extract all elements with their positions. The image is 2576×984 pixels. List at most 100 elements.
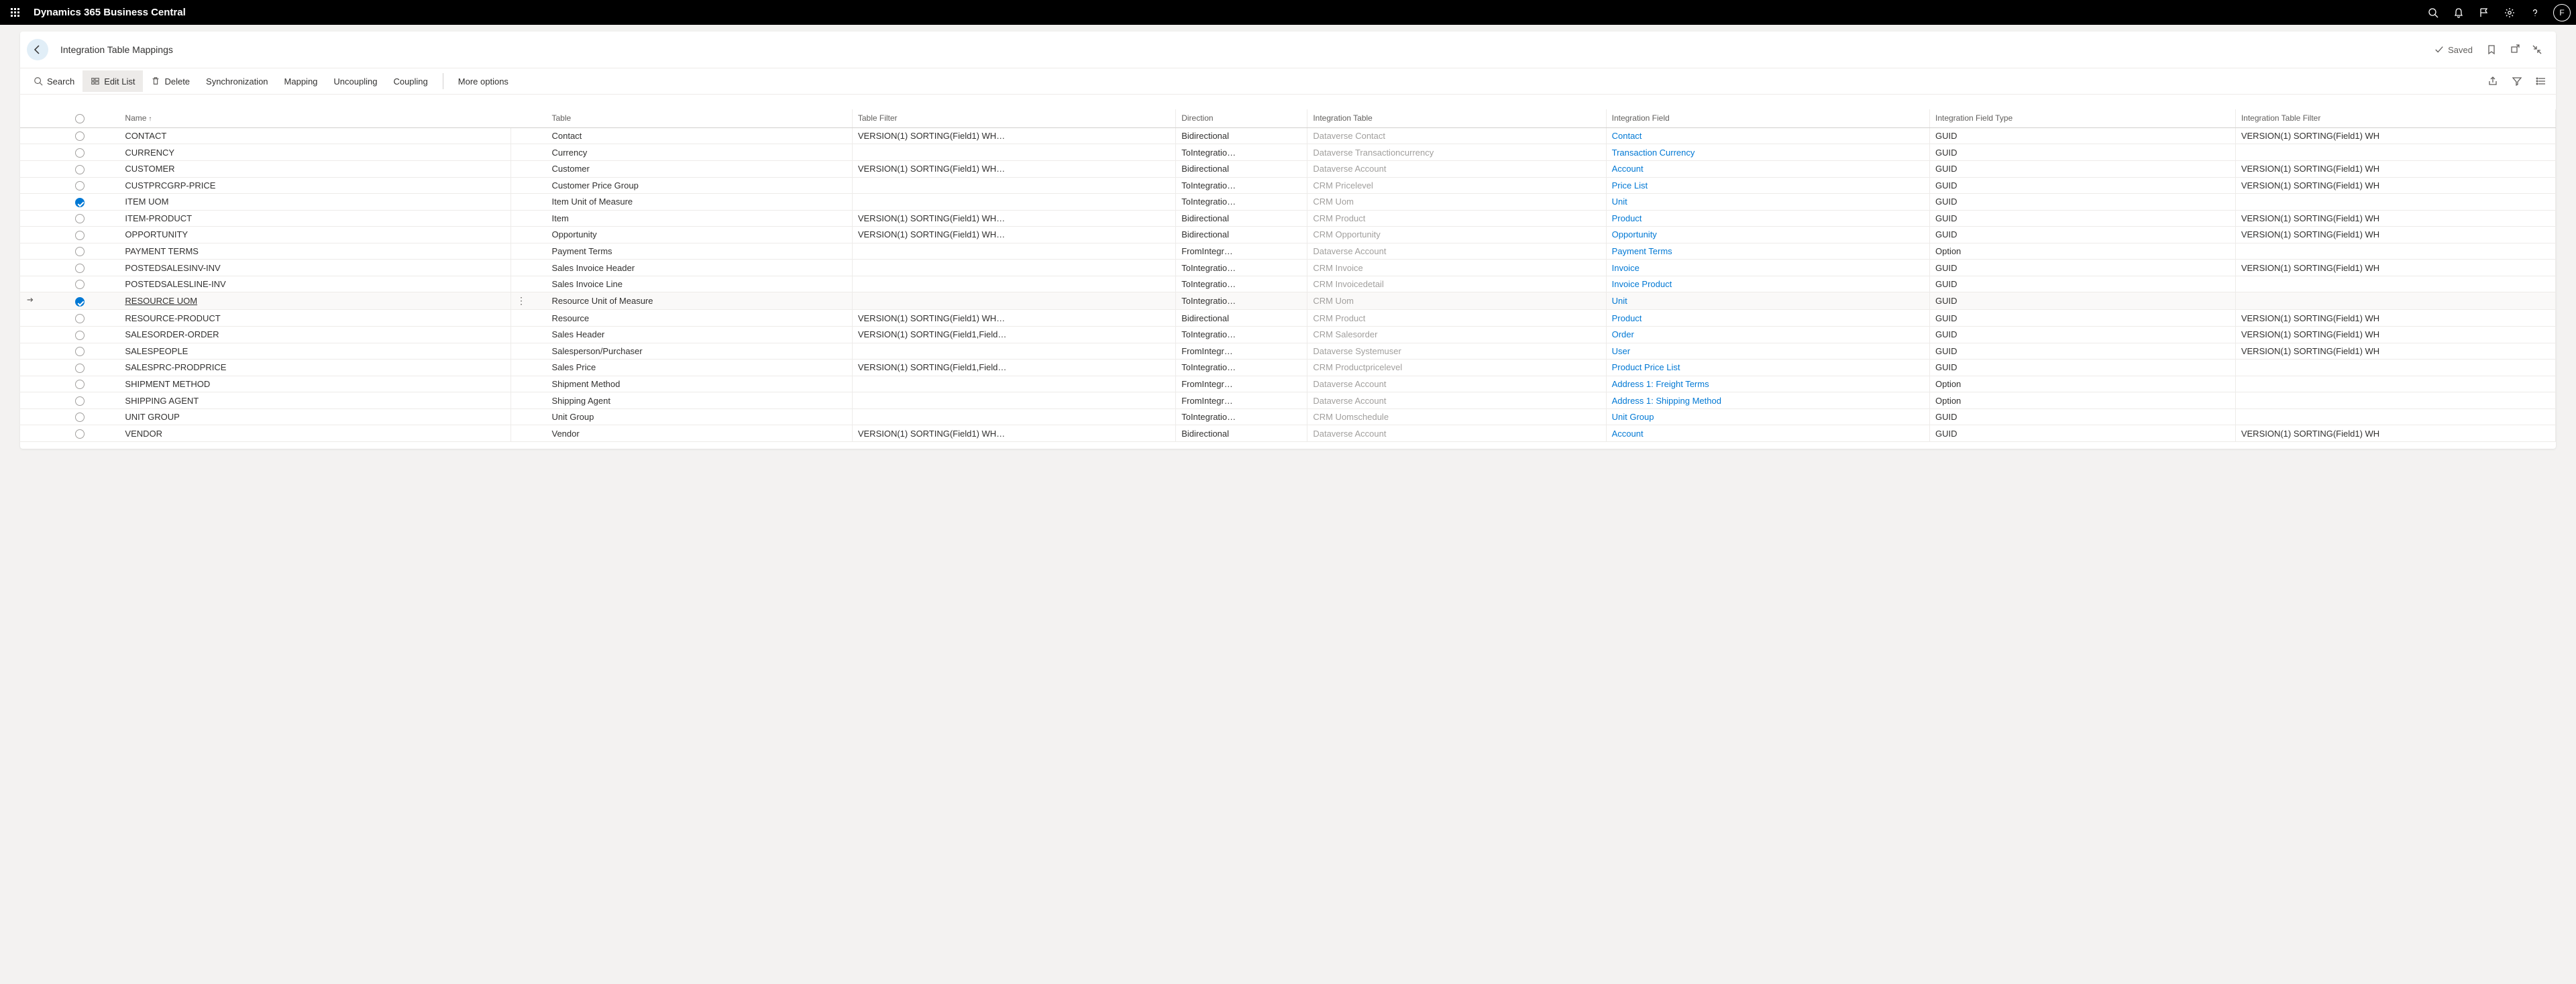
cell-integration-field-type[interactable]: GUID xyxy=(1929,310,2235,327)
cell-integration-field[interactable]: Order xyxy=(1606,327,1929,343)
row-select[interactable] xyxy=(70,310,119,327)
cell-table-filter[interactable] xyxy=(852,292,1175,310)
cell-integration-field[interactable]: Unit Group xyxy=(1606,408,1929,425)
cell-integration-table[interactable]: CRM Uomschedule xyxy=(1307,408,1606,425)
cell-table[interactable]: Currency xyxy=(546,144,852,161)
row-select[interactable] xyxy=(70,227,119,243)
cell-table[interactable]: Shipment Method xyxy=(546,376,852,392)
table-row[interactable]: ITEM UOM Item Unit of Measure ToIntegratio… xyxy=(20,194,2556,211)
row-select[interactable] xyxy=(70,276,119,292)
cell-table[interactable]: Shipping Agent xyxy=(546,392,852,409)
cell-table-filter[interactable] xyxy=(852,243,1175,260)
cell-integration-field[interactable]: Payment Terms xyxy=(1606,243,1929,260)
mapping-action[interactable]: Mapping xyxy=(276,70,326,92)
uncoupling-action[interactable]: Uncoupling xyxy=(325,70,385,92)
cell-table[interactable]: Sales Invoice Header xyxy=(546,260,852,276)
integration-field-link[interactable]: Contact xyxy=(1612,131,1642,141)
cell-name[interactable]: ITEM UOM xyxy=(119,194,511,211)
table-row[interactable]: CURRENCYCurrencyToIntegratio…Dataverse T… xyxy=(20,144,2556,161)
cell-integration-table-filter[interactable] xyxy=(2235,243,2555,260)
integration-field-link[interactable]: Address 1: Shipping Method xyxy=(1612,396,1721,406)
cell-integration-table-filter[interactable]: VERSION(1) SORTING(Field1) WH xyxy=(2235,327,2555,343)
cell-table-filter[interactable] xyxy=(852,144,1175,161)
col-header-table-filter[interactable]: Table Filter xyxy=(852,109,1175,127)
cell-integration-field-type[interactable]: GUID xyxy=(1929,177,2235,194)
cell-integration-field-type[interactable]: Option xyxy=(1929,392,2235,409)
cell-integration-field-type[interactable]: GUID xyxy=(1929,210,2235,227)
cell-integration-table[interactable]: Dataverse Account xyxy=(1307,425,1606,442)
cell-integration-field[interactable]: Address 1: Shipping Method xyxy=(1606,392,1929,409)
integration-field-link[interactable]: Order xyxy=(1612,329,1634,339)
cell-integration-table[interactable]: Dataverse Account xyxy=(1307,376,1606,392)
cell-integration-field[interactable]: Account xyxy=(1606,160,1929,177)
table-row[interactable]: CUSTPRCGRP-PRICECustomer Price GroupToIn… xyxy=(20,177,2556,194)
cell-integration-field-type[interactable]: GUID xyxy=(1929,408,2235,425)
popout-button[interactable] xyxy=(2508,43,2521,56)
cell-direction[interactable]: ToIntegratio… xyxy=(1176,360,1307,376)
coupling-action[interactable]: Coupling xyxy=(385,70,435,92)
cell-direction[interactable]: ToIntegratio… xyxy=(1176,194,1307,211)
cell-integration-table-filter[interactable] xyxy=(2235,392,2555,409)
cell-table[interactable]: Item Unit of Measure xyxy=(546,194,852,211)
collapse-button[interactable] xyxy=(2530,43,2544,56)
cell-table-filter[interactable] xyxy=(852,194,1175,211)
cell-table[interactable]: Opportunity xyxy=(546,227,852,243)
row-select[interactable] xyxy=(70,360,119,376)
col-header-name[interactable]: Name↑ xyxy=(119,109,511,127)
share-button[interactable] xyxy=(2486,74,2500,88)
cell-name[interactable]: UNIT GROUP xyxy=(119,408,511,425)
integration-field-link[interactable]: Unit xyxy=(1612,197,1627,207)
cell-integration-field[interactable]: Transaction Currency xyxy=(1606,144,1929,161)
cell-integration-table[interactable]: CRM Opportunity xyxy=(1307,227,1606,243)
cell-integration-field[interactable]: Contact xyxy=(1606,127,1929,144)
integration-field-link[interactable]: Product Price List xyxy=(1612,362,1680,372)
cell-table-filter[interactable] xyxy=(852,376,1175,392)
cell-integration-field-type[interactable]: GUID xyxy=(1929,425,2235,442)
cell-name[interactable]: PAYMENT TERMS xyxy=(119,243,511,260)
settings-button[interactable] xyxy=(2498,1,2521,24)
integration-field-link[interactable]: User xyxy=(1612,346,1630,356)
cell-direction[interactable]: Bidirectional xyxy=(1176,127,1307,144)
cell-name[interactable]: CURRENCY xyxy=(119,144,511,161)
integration-field-link[interactable]: Account xyxy=(1612,429,1644,439)
cell-table-filter[interactable] xyxy=(852,408,1175,425)
cell-integration-table-filter[interactable] xyxy=(2235,276,2555,292)
cell-table-filter[interactable]: VERSION(1) SORTING(Field1) WH… xyxy=(852,127,1175,144)
row-select[interactable] xyxy=(70,425,119,442)
user-avatar[interactable]: F xyxy=(2553,4,2571,21)
cell-integration-table-filter[interactable] xyxy=(2235,376,2555,392)
integration-field-link[interactable]: Address 1: Freight Terms xyxy=(1612,379,1709,389)
cell-integration-table-filter[interactable]: VERSION(1) SORTING(Field1) WH xyxy=(2235,343,2555,360)
cell-integration-field[interactable]: User xyxy=(1606,343,1929,360)
cell-direction[interactable]: ToIntegratio… xyxy=(1176,292,1307,310)
cell-integration-table[interactable]: CRM Productpricelevel xyxy=(1307,360,1606,376)
cell-table-filter[interactable] xyxy=(852,392,1175,409)
cell-table[interactable]: Unit Group xyxy=(546,408,852,425)
cell-name[interactable]: SHIPPING AGENT xyxy=(119,392,511,409)
cell-integration-table[interactable]: Dataverse Account xyxy=(1307,160,1606,177)
cell-direction[interactable]: Bidirectional xyxy=(1176,160,1307,177)
cell-integration-table[interactable]: Dataverse Contact xyxy=(1307,127,1606,144)
cell-integration-field[interactable]: Account xyxy=(1606,425,1929,442)
cell-integration-field-type[interactable]: GUID xyxy=(1929,260,2235,276)
cell-integration-table[interactable]: CRM Product xyxy=(1307,210,1606,227)
cell-direction[interactable]: FromIntegr… xyxy=(1176,343,1307,360)
integration-field-link[interactable]: Price List xyxy=(1612,180,1648,190)
cell-table[interactable]: Customer Price Group xyxy=(546,177,852,194)
cell-table-filter[interactable]: VERSION(1) SORTING(Field1) WH… xyxy=(852,160,1175,177)
cell-integration-table[interactable]: CRM Invoicedetail xyxy=(1307,276,1606,292)
cell-integration-field[interactable]: Invoice Product xyxy=(1606,276,1929,292)
search-button[interactable] xyxy=(2422,1,2445,24)
col-header-integration-field-type[interactable]: Integration Field Type xyxy=(1929,109,2235,127)
more-options-action[interactable]: More options xyxy=(450,70,517,92)
table-row[interactable]: SALESPRC-PRODPRICESales PriceVERSION(1) … xyxy=(20,360,2556,376)
cell-integration-table-filter[interactable]: VERSION(1) SORTING(Field1) WH xyxy=(2235,177,2555,194)
cell-integration-table[interactable]: Dataverse Account xyxy=(1307,243,1606,260)
row-select[interactable] xyxy=(70,127,119,144)
cell-integration-table[interactable]: CRM Uom xyxy=(1307,194,1606,211)
integration-field-link[interactable]: Product xyxy=(1612,213,1642,223)
cell-table[interactable]: Sales Header xyxy=(546,327,852,343)
table-row[interactable]: OPPORTUNITYOpportunityVERSION(1) SORTING… xyxy=(20,227,2556,243)
cell-direction[interactable]: ToIntegratio… xyxy=(1176,260,1307,276)
delete-action[interactable]: Delete xyxy=(143,70,198,92)
